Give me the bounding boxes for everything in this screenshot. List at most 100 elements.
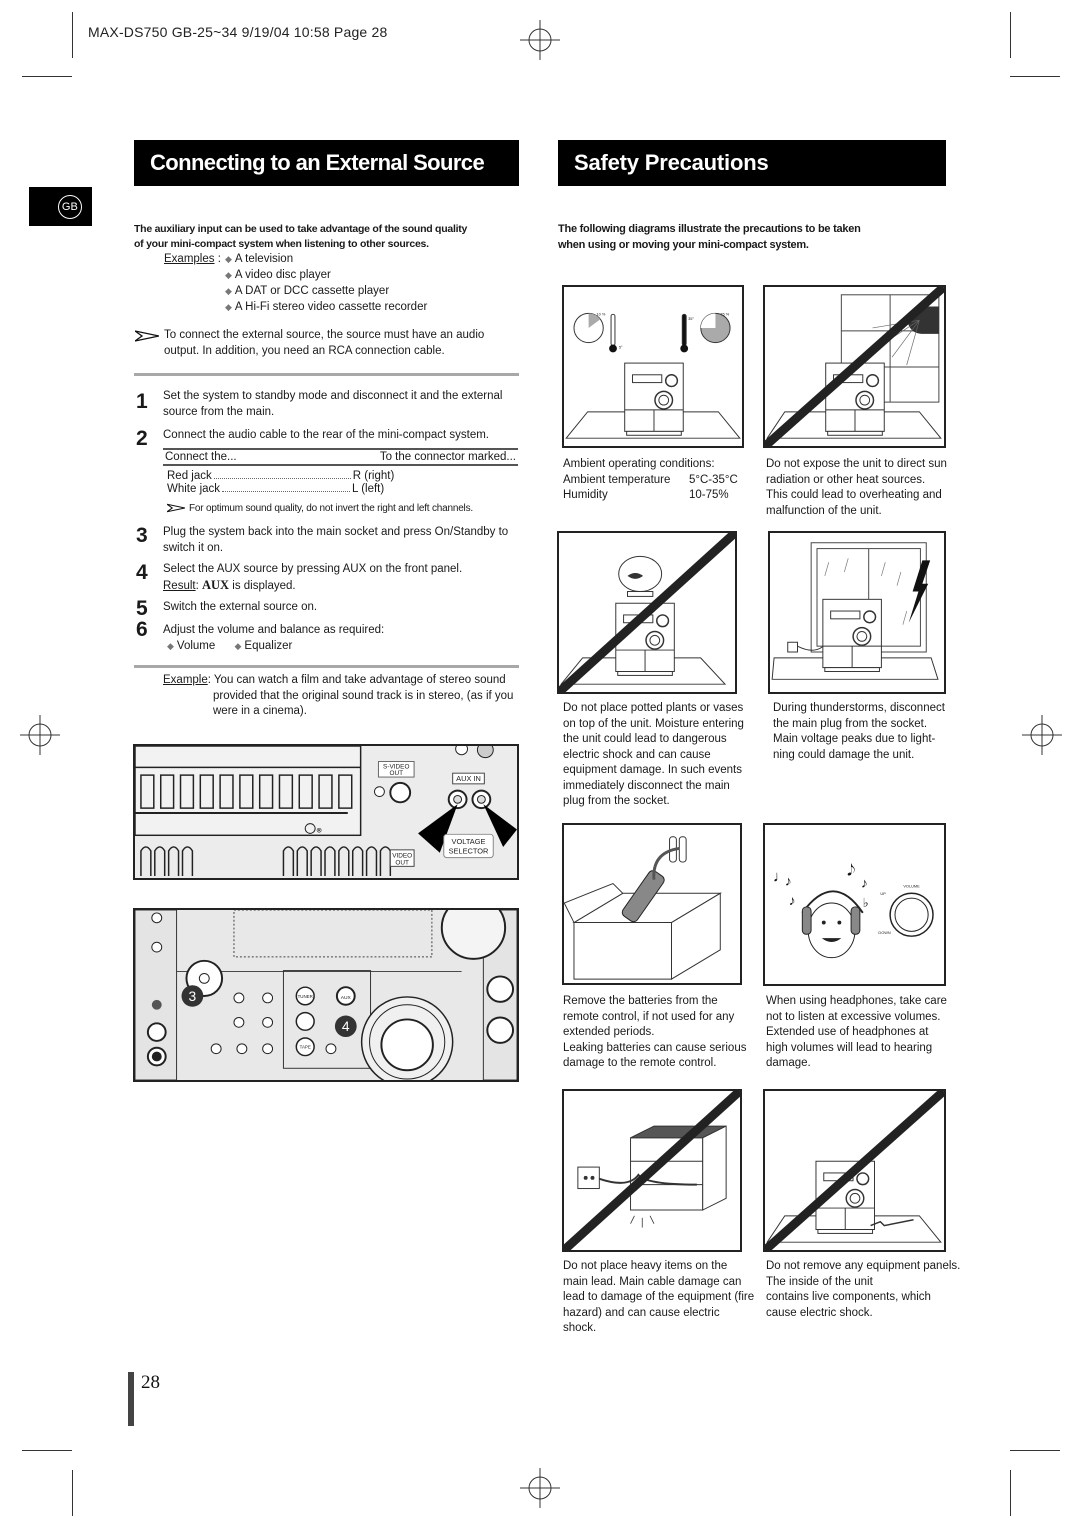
- caption-line: Do not expose the unit to direct sun: [766, 458, 947, 470]
- sun-caption: Do not expose the unit to direct sun rad…: [766, 457, 956, 519]
- title-text: Connecting to an External Source: [150, 150, 485, 175]
- headphones-illustration: ♩ ♪ ♪ 𝅘𝅥𝅮 ♪ ♭ VOLUME UP DOWN: [763, 823, 946, 986]
- svg-text:♭: ♭: [863, 896, 869, 910]
- caption-line: electric shock and can cause: [563, 748, 711, 761]
- caption-line: hazard) and can cause electric: [563, 1306, 720, 1319]
- column-header: Connect the...: [165, 451, 237, 463]
- caption-line: shock.: [563, 1322, 597, 1334]
- down-label: DOWN: [878, 930, 891, 935]
- crop-mark: [1010, 76, 1060, 77]
- note-line: output. In addition, you need an RCA con…: [164, 344, 445, 357]
- step-text: Switch the external source on.: [163, 600, 523, 616]
- vent-slot: [338, 846, 350, 877]
- caption-line: ning could damage the unit.: [773, 748, 915, 761]
- option-item: Equalizer: [244, 639, 293, 652]
- step-line: Switch the external source on.: [163, 601, 318, 613]
- bullet-diamond-icon: ◆: [225, 286, 232, 296]
- step-line: source from the main.: [163, 405, 275, 418]
- caption-line: damage to the remote control.: [563, 1057, 717, 1069]
- thunderstorm-illustration: [768, 531, 946, 694]
- channel-tip: For optimum sound quality, do not invert…: [189, 503, 473, 514]
- result-label: Result: [163, 579, 196, 592]
- intro-line: when using or moving your mini-compact s…: [558, 239, 809, 251]
- note-arrow-icon: [135, 330, 159, 342]
- title-text: Safety Precautions: [574, 150, 769, 175]
- temp-low-label: 5°: [619, 344, 623, 349]
- example-line: were in a cinema).: [213, 705, 307, 717]
- display-text: AUX: [202, 577, 230, 592]
- heavy-items-cable-illustration: [562, 1089, 742, 1252]
- note-arrow-icon: [167, 503, 185, 513]
- crop-mark: [1010, 12, 1011, 58]
- table-header: Connect the... To the connector marked..…: [163, 448, 518, 466]
- svg-text:TUNER: TUNER: [298, 994, 313, 999]
- connection-table: Connect the... To the connector marked..…: [163, 448, 518, 496]
- language-badge: GB: [57, 194, 82, 219]
- svg-text:OUT: OUT: [389, 770, 403, 777]
- bullet-diamond-icon: ◆: [234, 640, 242, 651]
- equipment-panels-illustration: [763, 1089, 946, 1252]
- ambient-conditions-illustration: 10 % 5° 35° 75 %: [562, 285, 744, 448]
- ambient-row: Ambient temperature 5°C-35°C: [563, 473, 753, 489]
- caption-line: lead to damage of the equipment (fire: [563, 1291, 755, 1303]
- step-text: Plug the system back into the main socke…: [163, 525, 523, 556]
- example-label: Example: [163, 674, 208, 686]
- caption-line: Remove the batteries from the: [563, 995, 718, 1007]
- registration-mark-icon: [1022, 715, 1062, 755]
- caption-line: on top of the unit. Moisture entering: [563, 717, 744, 730]
- ambient-label: Humidity: [563, 489, 608, 501]
- step-line: Set the system to standby mode and disco…: [163, 390, 503, 402]
- step-number: 3: [136, 524, 148, 547]
- caption-line: contains live components, which: [766, 1291, 931, 1303]
- jack-cell: White jack: [167, 483, 221, 495]
- vent-slot: [181, 846, 194, 877]
- adjust-options: ◆ Volume ◆ Equalizer: [163, 639, 523, 655]
- ambient-value: 5°C-35°C: [689, 473, 738, 486]
- caption-line: radiation or other heat sources.: [766, 473, 926, 486]
- step-number: 4: [136, 561, 148, 584]
- panels-caption: Do not remove any equipment panels. The …: [766, 1259, 966, 1321]
- svg-text:AUX: AUX: [341, 995, 352, 1001]
- example-item: A video disc player: [234, 269, 331, 281]
- caption-line: damage.: [766, 1057, 811, 1069]
- aux-in-label: AUX IN: [456, 774, 481, 783]
- caption-line: cause electric shock.: [766, 1306, 873, 1319]
- svg-text:OUT: OUT: [395, 859, 409, 866]
- language-tab: GB: [29, 187, 92, 226]
- temp-high-label: 35°: [688, 316, 694, 321]
- step-result: Result: AUX is displayed.: [163, 577, 296, 592]
- cable-caption: Do not place heavy items on the main lea…: [563, 1259, 763, 1337]
- step-line: switch it on.: [163, 541, 224, 554]
- step-number: 6: [136, 618, 148, 641]
- intro-line: The following diagrams illustrate the pr…: [558, 223, 861, 235]
- bullet-diamond-icon: ◆: [225, 302, 232, 312]
- caption-line: Leaking batteries can cause serious: [563, 1041, 747, 1054]
- crop-mark: [22, 1450, 72, 1451]
- vase-caption: Do not place potted plants or vases on t…: [563, 701, 753, 810]
- vent-slot: [167, 846, 180, 877]
- vent-slot: [154, 846, 166, 877]
- up-label: UP: [880, 891, 886, 896]
- note-text: To connect the external source, the sour…: [164, 328, 524, 359]
- bullet-diamond-icon: ◆: [225, 270, 232, 280]
- result-text: is displayed.: [229, 579, 296, 592]
- vent-slot: [365, 846, 378, 877]
- vent-slot: [296, 846, 308, 877]
- caption-line: The inside of the unit: [766, 1275, 873, 1288]
- svg-text:♪: ♪: [785, 873, 792, 888]
- crop-mark: [1010, 1450, 1060, 1451]
- caption-line: equipment damage. In such events: [563, 764, 743, 776]
- caption-line: Main voltage peaks due to light-: [773, 733, 936, 745]
- example-paragraph: Example: You can watch a film and take a…: [163, 673, 523, 720]
- callout-3: 3: [189, 989, 197, 1004]
- connector-cell: L (left): [352, 483, 385, 495]
- ambient-value: 10-75%: [689, 489, 729, 501]
- caption-line: plug from the socket.: [563, 795, 670, 807]
- vent-slot: [351, 846, 364, 877]
- caption-line: Extended use of headphones at: [766, 1026, 929, 1038]
- svg-text:♪: ♪: [861, 875, 868, 890]
- vent-slot: [379, 846, 392, 877]
- caption-line: extended periods.: [563, 1026, 655, 1038]
- caption-line: Do not remove any equipment panels.: [766, 1260, 961, 1272]
- example-item: A DAT or DCC cassette player: [234, 285, 390, 297]
